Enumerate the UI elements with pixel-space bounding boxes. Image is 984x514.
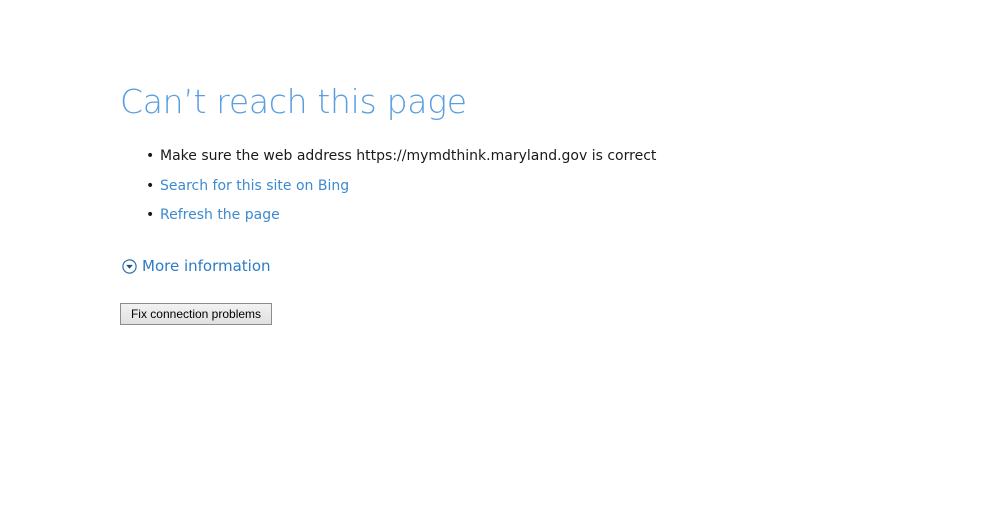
list-item: • Refresh the page	[146, 205, 656, 235]
more-information-label: More information	[142, 257, 271, 275]
bullet-icon: •	[146, 177, 155, 194]
bullet-icon: •	[146, 148, 155, 164]
search-bing-link[interactable]: Search for this site on Bing	[160, 178, 349, 194]
page-title: Can’t reach this page	[120, 82, 467, 121]
error-page: Can’t reach this page • Make sure the we…	[0, 0, 984, 514]
list-item: • Search for this site on Bing	[146, 176, 656, 206]
more-information-toggle[interactable]: More information	[122, 256, 271, 276]
fix-connection-button[interactable]: Fix connection problems	[120, 303, 272, 325]
chevron-down-circle-icon	[122, 258, 137, 274]
bullet-icon: •	[146, 207, 155, 223]
suggestion-list: • Make sure the web address https://mymd…	[146, 146, 656, 235]
list-item: • Make sure the web address https://mymd…	[146, 146, 656, 176]
refresh-page-link[interactable]: Refresh the page	[160, 207, 280, 223]
check-address-text: Make sure the web address https://mymdth…	[160, 148, 657, 164]
